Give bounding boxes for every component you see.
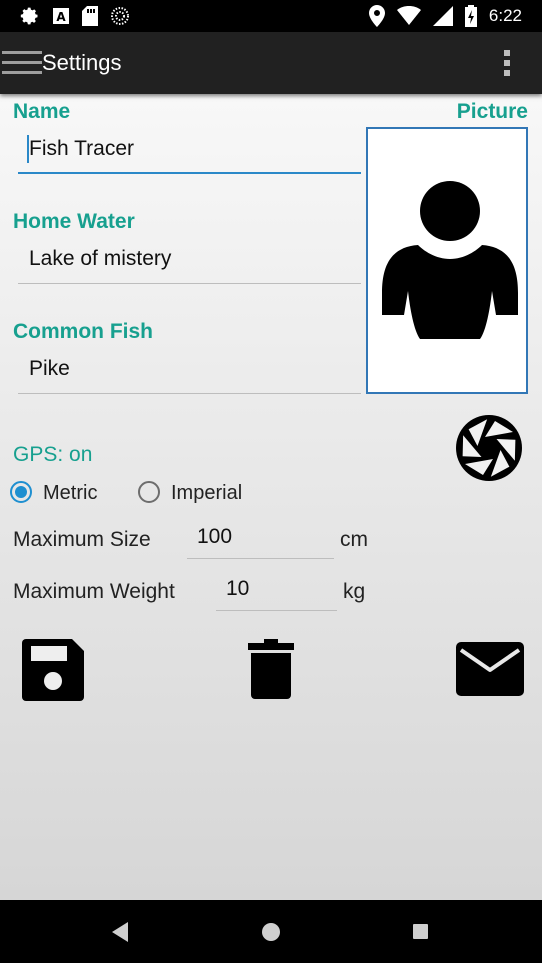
picture-label: Picture — [456, 100, 528, 123]
home-water-input[interactable]: Lake of mistery — [18, 238, 361, 284]
signal-icon — [432, 6, 453, 26]
svg-text:A: A — [56, 10, 66, 24]
system-nav-bar — [0, 900, 542, 963]
metric-label[interactable]: Metric — [43, 482, 97, 505]
back-icon[interactable] — [112, 922, 130, 942]
battery-charging-icon — [464, 5, 477, 27]
metric-radio[interactable] — [10, 481, 32, 503]
common-fish-input[interactable]: Pike — [18, 348, 361, 394]
name-label: Name — [13, 100, 71, 123]
recents-icon[interactable] — [413, 924, 428, 939]
gear-icon — [20, 7, 38, 25]
max-weight-value: 10 — [226, 577, 250, 600]
max-size-label: Maximum Size — [13, 528, 151, 551]
camera-aperture-icon[interactable] — [455, 414, 523, 482]
name-value: Fish Tracer — [29, 137, 135, 160]
sd-card-icon — [82, 6, 98, 26]
common-fish-value: Pike — [29, 357, 70, 380]
max-size-unit: cm — [340, 528, 368, 551]
max-size-input[interactable]: 100 — [187, 517, 334, 559]
max-weight-input[interactable]: 10 — [216, 569, 337, 611]
profile-picture[interactable] — [366, 127, 528, 394]
settings-content: Name Fish Tracer Picture Home Water Lake… — [0, 94, 542, 900]
location-icon — [368, 5, 385, 27]
dotted-circle-icon — [111, 7, 129, 25]
gps-status: GPS: on — [13, 443, 93, 466]
menu-icon[interactable] — [2, 49, 42, 77]
person-icon — [382, 181, 518, 339]
max-size-value: 100 — [197, 525, 233, 548]
max-weight-label: Maximum Weight — [13, 580, 175, 603]
imperial-radio[interactable] — [138, 481, 160, 503]
email-icon[interactable] — [456, 642, 524, 696]
wifi-icon — [396, 6, 421, 25]
page-title: Settings — [42, 50, 122, 75]
app-toolbar: Settings — [0, 32, 542, 94]
name-input[interactable]: Fish Tracer — [18, 128, 361, 174]
home-water-label: Home Water — [13, 210, 135, 233]
save-icon[interactable] — [22, 639, 84, 701]
home-icon[interactable] — [262, 923, 280, 941]
common-fish-label: Common Fish — [13, 320, 153, 343]
imperial-label[interactable]: Imperial — [171, 482, 242, 505]
max-weight-unit: kg — [343, 580, 366, 603]
status-bar: A 6:22 — [0, 0, 542, 32]
delete-icon[interactable] — [248, 639, 294, 699]
home-water-value: Lake of mistery — [29, 247, 172, 270]
a-text-icon: A — [53, 8, 69, 24]
more-options-icon[interactable] — [502, 48, 512, 78]
clock: 6:22 — [488, 6, 522, 25]
